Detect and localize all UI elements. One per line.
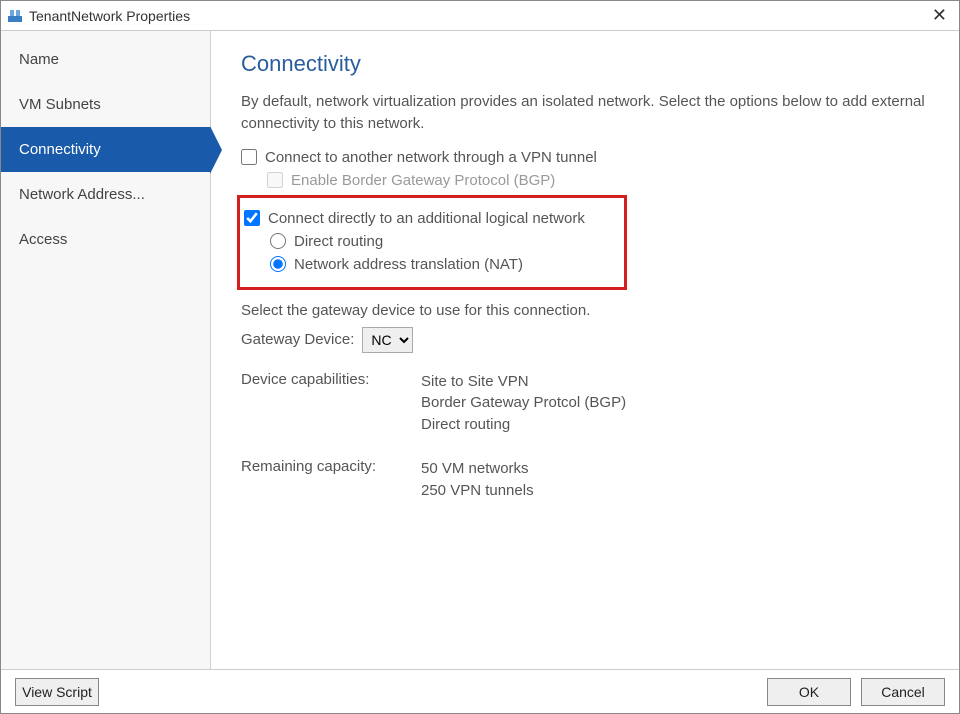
bgp-checkbox bbox=[267, 172, 283, 188]
direct-connect-row: Connect directly to an additional logica… bbox=[244, 210, 616, 227]
direct-connect-label[interactable]: Connect directly to an additional logica… bbox=[268, 210, 585, 227]
window-title: TenantNetwork Properties bbox=[29, 8, 190, 24]
gateway-label: Gateway Device: bbox=[241, 331, 354, 348]
caps-value-3: Direct routing bbox=[421, 414, 931, 436]
cancel-button[interactable]: Cancel bbox=[861, 678, 945, 706]
vpn-tunnel-row: Connect to another network through a VPN… bbox=[241, 149, 931, 166]
titlebar: TenantNetwork Properties ✕ bbox=[1, 1, 959, 31]
remaining-value-1: 50 VM networks bbox=[421, 458, 931, 480]
ok-button[interactable]: OK bbox=[767, 678, 851, 706]
intro-text: By default, network virtualization provi… bbox=[241, 91, 931, 135]
nat-radio[interactable] bbox=[270, 256, 286, 272]
remaining-value-2: 250 VPN tunnels bbox=[421, 480, 931, 502]
dialog-window: TenantNetwork Properties ✕ Name VM Subne… bbox=[0, 0, 960, 714]
remaining-values: 50 VM networks 250 VPN tunnels bbox=[421, 458, 931, 502]
caps-value-1: Site to Site VPN bbox=[421, 371, 931, 393]
sidebar-item-connectivity[interactable]: Connectivity bbox=[1, 127, 210, 172]
remaining-label: Remaining capacity: bbox=[241, 458, 411, 502]
device-info-table: Device capabilities: Site to Site VPN Bo… bbox=[241, 371, 931, 502]
direct-connect-checkbox[interactable] bbox=[244, 210, 260, 226]
view-script-button[interactable]: View Script bbox=[15, 678, 99, 706]
page-heading: Connectivity bbox=[241, 51, 931, 77]
nat-row: Network address translation (NAT) bbox=[270, 256, 616, 273]
caps-label: Device capabilities: bbox=[241, 371, 411, 436]
direct-connect-highlight: Connect directly to an additional logica… bbox=[237, 195, 627, 290]
sidebar-item-vm-subnets[interactable]: VM Subnets bbox=[1, 82, 210, 127]
gateway-prompt: Select the gateway device to use for thi… bbox=[241, 302, 931, 319]
caps-values: Site to Site VPN Border Gateway Protcol … bbox=[421, 371, 931, 436]
app-icon bbox=[7, 8, 23, 24]
caps-value-2: Border Gateway Protcol (BGP) bbox=[421, 392, 931, 414]
bgp-row: Enable Border Gateway Protocol (BGP) bbox=[267, 172, 931, 189]
content-pane: Connectivity By default, network virtual… bbox=[211, 31, 959, 669]
dialog-footer: View Script OK Cancel bbox=[1, 669, 959, 713]
vpn-tunnel-checkbox[interactable] bbox=[241, 149, 257, 165]
sidebar-item-access[interactable]: Access bbox=[1, 217, 210, 262]
direct-routing-row: Direct routing bbox=[270, 233, 616, 250]
gateway-device-select[interactable]: NC bbox=[362, 327, 413, 353]
bgp-label: Enable Border Gateway Protocol (BGP) bbox=[291, 172, 555, 189]
sidebar-item-network-address[interactable]: Network Address... bbox=[1, 172, 210, 217]
direct-routing-label[interactable]: Direct routing bbox=[294, 233, 383, 250]
gateway-row: Gateway Device: NC bbox=[241, 327, 931, 353]
direct-routing-radio[interactable] bbox=[270, 233, 286, 249]
close-icon[interactable]: ✕ bbox=[926, 5, 953, 26]
dialog-body: Name VM Subnets Connectivity Network Add… bbox=[1, 31, 959, 669]
sidebar-item-name[interactable]: Name bbox=[1, 37, 210, 82]
sidebar: Name VM Subnets Connectivity Network Add… bbox=[1, 31, 211, 669]
nat-label[interactable]: Network address translation (NAT) bbox=[294, 256, 523, 273]
vpn-tunnel-label[interactable]: Connect to another network through a VPN… bbox=[265, 149, 597, 166]
